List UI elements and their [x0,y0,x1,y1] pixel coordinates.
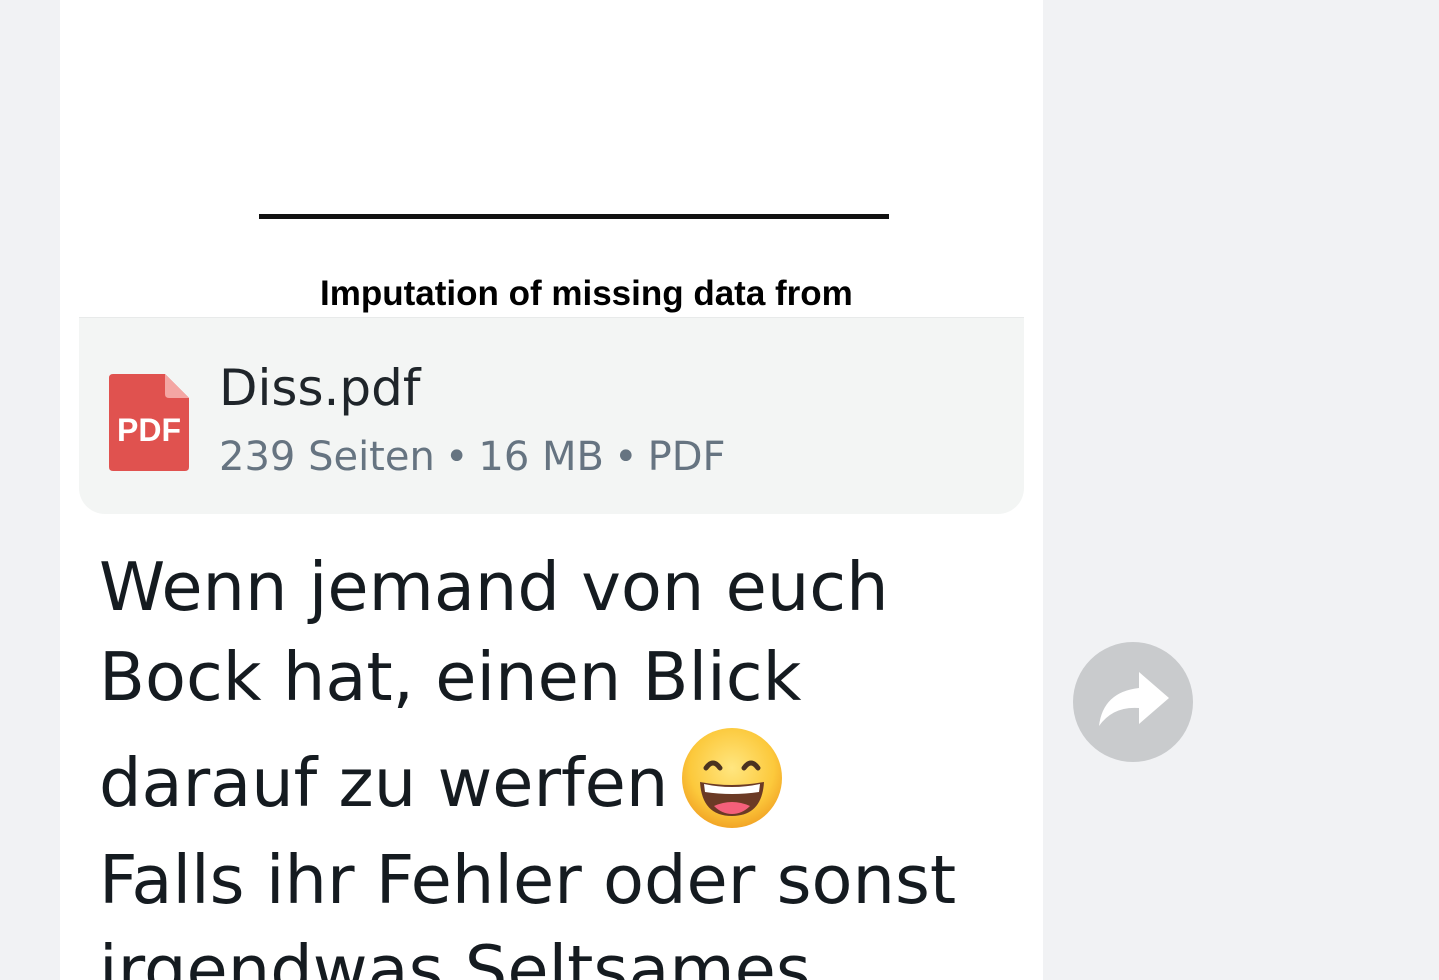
meta-separator: • [614,434,638,480]
preview-divider-line [259,214,889,219]
pdf-file-icon: PDF [109,374,189,471]
file-meta: 239 Seiten • 16 MB • PDF [219,430,726,484]
message-text: Wenn jemand von euch Bock hat, einen Bli… [99,542,999,980]
message-line: darauf zu werfen [99,744,669,822]
message-line: Falls ihr Fehler oder sonst [99,841,957,919]
file-page-count: 239 Seiten [219,434,435,480]
preview-title-text: Imputation of missing data from [320,274,853,313]
forward-arrow-icon [1099,672,1169,726]
pdf-icon-label: PDF [117,412,181,448]
forward-button[interactable] [1073,642,1193,762]
file-name: Diss.pdf [219,359,421,417]
grinning-face-emoji-icon [680,726,784,830]
meta-separator: • [444,434,469,480]
message-line-with-emoji: darauf zu werfen [99,726,999,835]
file-attachment-card[interactable]: PDF Diss.pdf 239 Seiten • 16 MB • PDF [79,317,1024,514]
pdf-preview-thumbnail[interactable]: Imputation of missing data from [79,0,1024,317]
file-size: 16 MB [478,434,604,480]
message-line: Wenn jemand von euch [99,548,889,626]
message-bubble[interactable]: Imputation of missing data from PDF Diss… [60,0,1043,980]
message-line: Bock hat, einen Blick [99,638,802,716]
file-type: PDF [647,434,726,480]
message-line: irgendwas Seltsames [99,931,811,980]
